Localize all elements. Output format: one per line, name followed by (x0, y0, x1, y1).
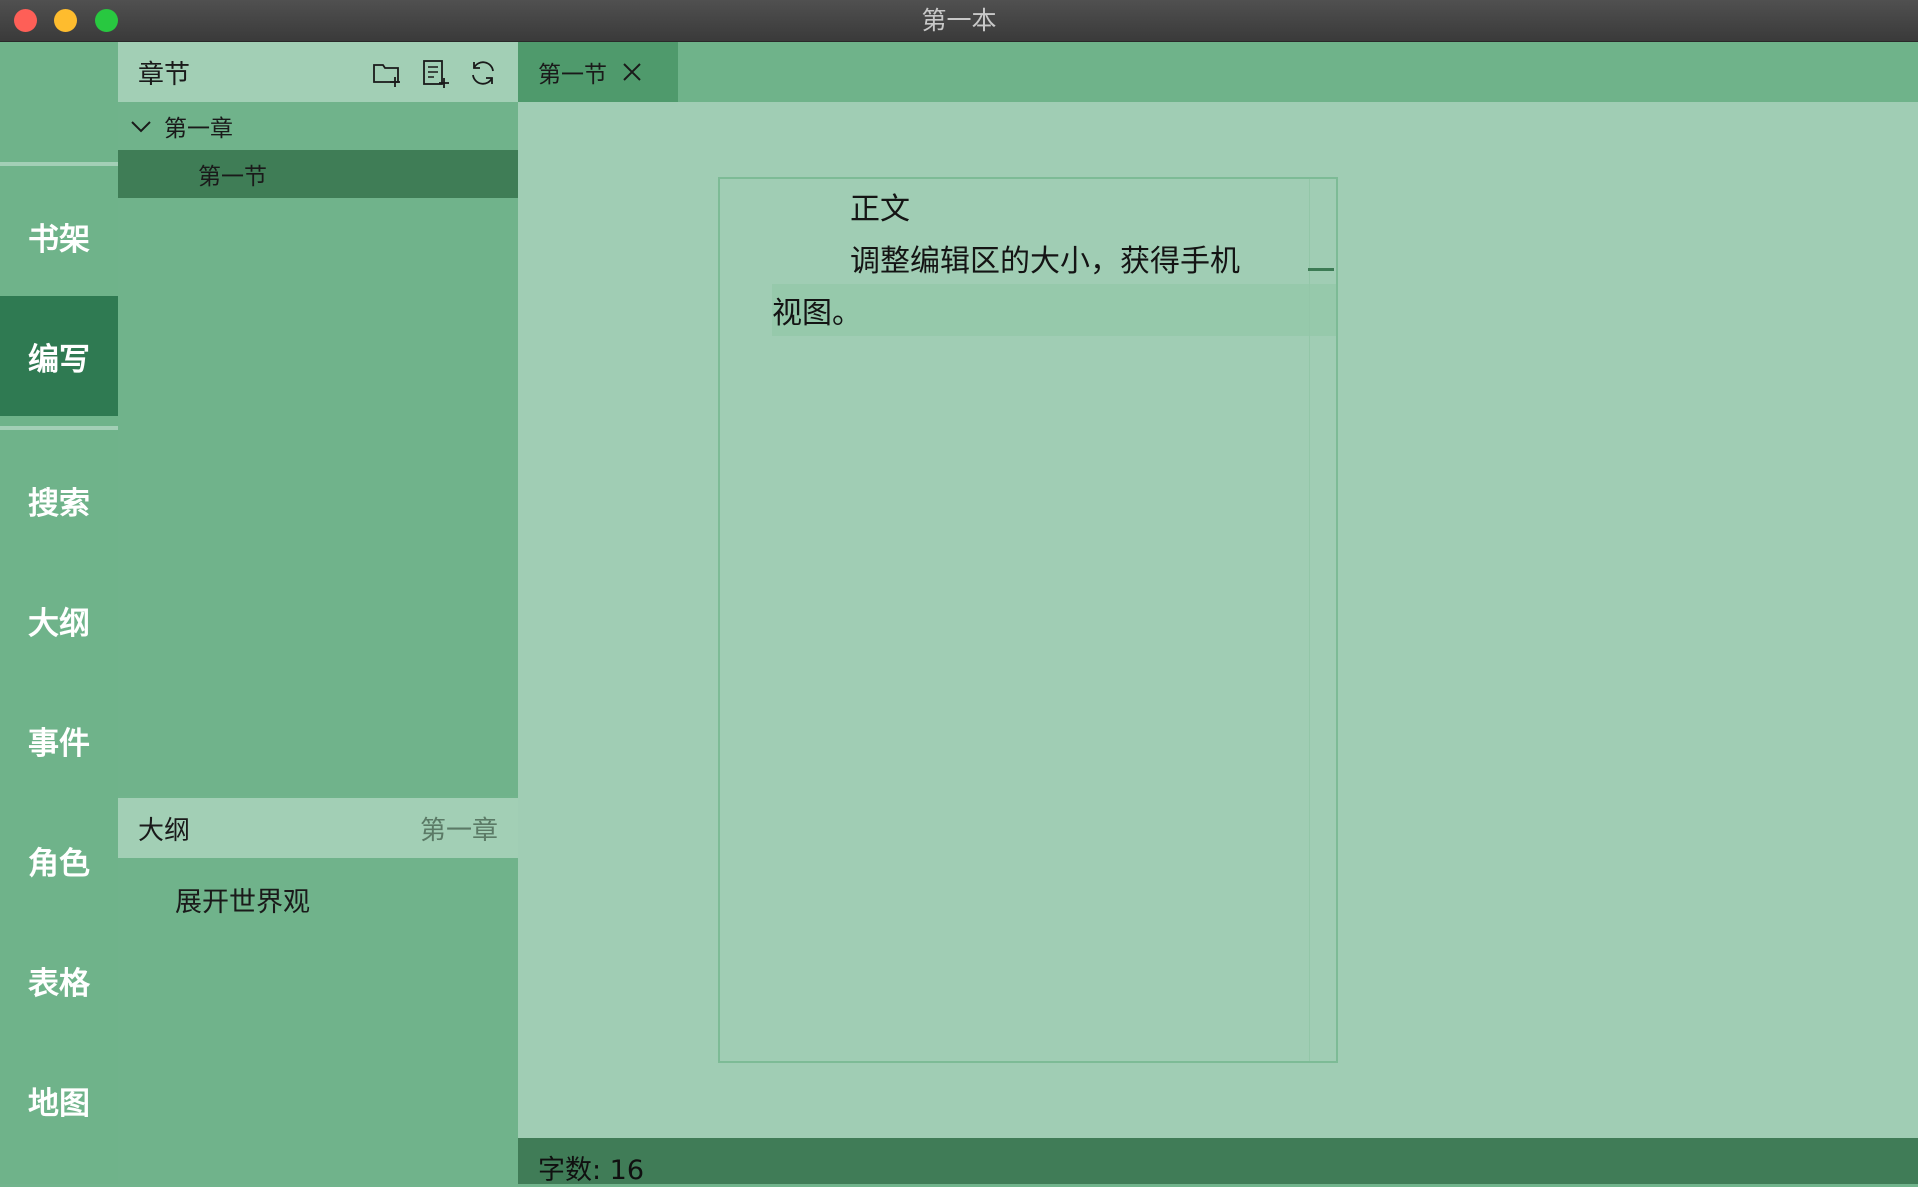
editor-line[interactable]: 调整编辑区的大小，获得手机 (850, 236, 1240, 280)
tree-item-section[interactable]: 第一节 (118, 150, 518, 198)
editor-gutter (720, 179, 770, 1061)
outline-header: 大纲 第一章 (118, 798, 518, 858)
nav-item-bookshelf[interactable]: 书架 (0, 176, 118, 296)
nav-item-map[interactable]: 地图 (0, 1040, 118, 1160)
title-bar: 第一本 (0, 0, 1918, 42)
refresh-icon[interactable] (467, 57, 499, 89)
editor-area: 正文 调整编辑区的大小，获得手机 视图。 (518, 102, 1918, 1138)
nav-divider (0, 162, 118, 166)
outline-content[interactable]: 展开世界观 (175, 880, 310, 919)
new-document-icon[interactable] (419, 57, 451, 89)
tree-item-label: 第一章 (164, 116, 233, 142)
nav-divider (0, 426, 118, 430)
nav-item-tables[interactable]: 表格 (0, 920, 118, 1040)
outline-chapter-label: 第一章 (419, 815, 498, 846)
text-editor[interactable]: 正文 调整编辑区的大小，获得手机 视图。 (718, 177, 1338, 1063)
nav-item-write[interactable]: 编写 (0, 296, 118, 416)
close-icon[interactable] (621, 61, 643, 83)
word-count: 字数: 16 (538, 1155, 645, 1186)
editor-line[interactable]: 正文 (850, 184, 910, 228)
tree-item-chapter[interactable]: 第一章 (118, 102, 518, 150)
chapter-tree: 第一章 第一节 (118, 102, 518, 796)
tab-section[interactable]: 第一节 (518, 42, 678, 102)
nav-item-outline[interactable]: 大纲 (0, 560, 118, 680)
window-title: 第一本 (921, 6, 997, 35)
tab-label: 第一节 (538, 62, 607, 88)
scrollbar-thumb[interactable] (1308, 268, 1334, 271)
outline-panel[interactable]: 展开世界观 (118, 858, 518, 1184)
new-folder-icon[interactable] (371, 57, 403, 89)
chevron-down-icon[interactable] (130, 115, 152, 137)
outline-title: 大纲 (138, 815, 191, 846)
editor-line[interactable]: 视图。 (772, 288, 862, 332)
chapters-header: 章节 (118, 42, 518, 102)
nav-item-characters[interactable]: 角色 (0, 800, 118, 920)
nav-item-events[interactable]: 事件 (0, 680, 118, 800)
status-bar: 字数: 16 (518, 1138, 1918, 1186)
tab-bar: 第一节 (518, 42, 1918, 102)
tree-item-label: 第一节 (198, 164, 267, 190)
editor-scrollbar[interactable] (1308, 179, 1336, 1061)
nav-item-search[interactable]: 搜索 (0, 440, 118, 560)
sidebar-nav: 书架 编写 搜索 大纲 事件 角色 表格 地图 (0, 42, 118, 1184)
chapters-title: 章节 (138, 59, 191, 90)
